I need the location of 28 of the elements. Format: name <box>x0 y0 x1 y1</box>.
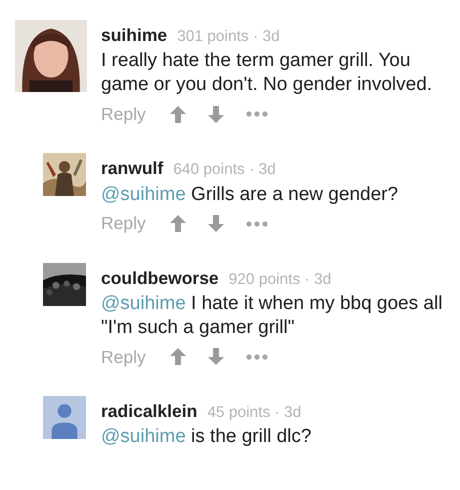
comment-text: @suihime is the grill dlc? <box>101 425 312 449</box>
more-icon[interactable] <box>246 354 268 360</box>
reply-button[interactable]: Reply <box>101 210 146 237</box>
comment-meta: 45 points · 3d <box>207 402 302 423</box>
comment-meta: 640 points · 3d <box>173 160 276 180</box>
mention-link[interactable]: @suihime <box>101 184 186 204</box>
upvote-icon[interactable] <box>170 106 186 123</box>
username[interactable]: couldbeworse <box>101 264 219 291</box>
upvote-icon[interactable] <box>170 215 186 232</box>
downvote-icon[interactable] <box>208 348 224 366</box>
username[interactable]: ranwulf <box>101 155 164 182</box>
reply-button[interactable]: Reply <box>101 101 146 128</box>
comment-meta: 920 points · 3d <box>228 270 332 290</box>
downvote-icon[interactable] <box>208 215 224 232</box>
username[interactable]: radicalklein <box>101 398 198 424</box>
comment-text: @suihime I hate it when my bbq goes all "I'm such a gamer grill" <box>101 292 444 340</box>
mention-link[interactable]: @suihime <box>101 426 186 447</box>
comment-text: @suihime Grills are a new gender? <box>101 182 398 206</box>
downvote-icon[interactable] <box>208 106 224 123</box>
comment-text: I really hate the term gamer grill. You game or you don't. No gender involved. <box>101 49 434 98</box>
mention-link[interactable]: @suihime <box>101 292 186 314</box>
more-icon[interactable] <box>246 111 268 118</box>
avatar-icon <box>43 396 86 439</box>
more-icon[interactable] <box>246 220 268 226</box>
upvote-icon[interactable] <box>170 348 186 366</box>
username[interactable]: suihime <box>101 22 168 48</box>
comment-meta: 301 points · 3d <box>177 27 280 47</box>
reply-button[interactable]: Reply <box>101 344 146 370</box>
